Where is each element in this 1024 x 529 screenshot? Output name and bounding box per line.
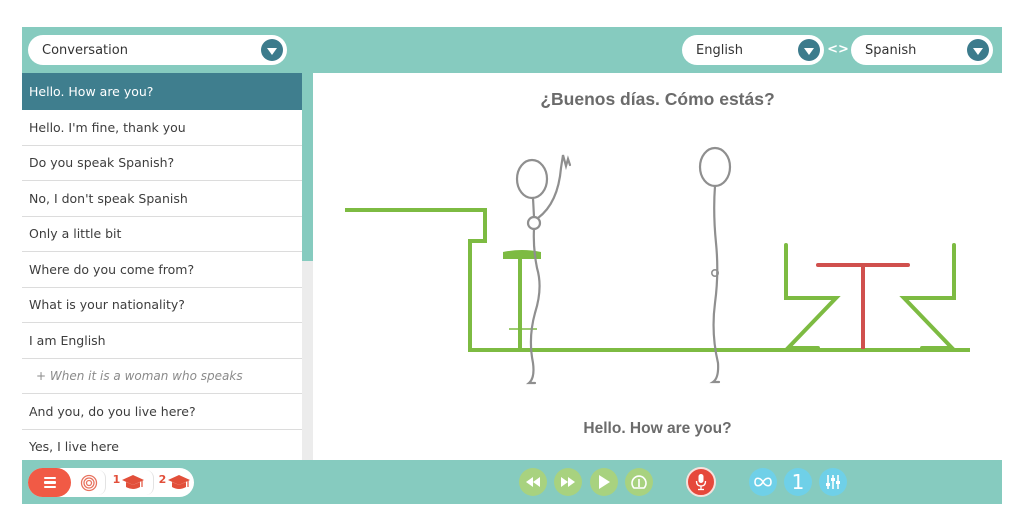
app-frame: Conversation English <> Spanish Hello. H… bbox=[22, 27, 1002, 504]
rewind-button[interactable] bbox=[519, 468, 547, 496]
target-icon bbox=[80, 474, 98, 491]
speedometer-icon bbox=[631, 475, 647, 489]
loop-button[interactable] bbox=[749, 468, 777, 496]
source-language-select[interactable]: English bbox=[682, 35, 824, 65]
phrase-list: Hello. How are you? Hello. I'm fine, tha… bbox=[22, 73, 302, 460]
play-button[interactable] bbox=[590, 468, 618, 496]
phrase-item[interactable]: No, I don't speak Spanish bbox=[22, 181, 302, 217]
mode-switcher: 1 2 bbox=[28, 468, 194, 497]
phrase-variant-note[interactable]: + When it is a woman who speaks bbox=[22, 358, 302, 394]
graduation-cap-icon bbox=[168, 474, 191, 489]
phrase-list-panel: Hello. How are you? Hello. I'm fine, tha… bbox=[22, 73, 313, 460]
figure-right bbox=[698, 146, 732, 384]
list-scrollbar-thumb[interactable] bbox=[302, 73, 313, 261]
phrase-item-active[interactable]: Hello. How are you? bbox=[22, 73, 302, 110]
play-icon bbox=[599, 475, 610, 489]
bar-counter bbox=[345, 208, 970, 352]
target-language-select[interactable]: Spanish bbox=[851, 35, 993, 65]
divider bbox=[98, 470, 106, 495]
level-number: 1 bbox=[112, 473, 121, 486]
target-phrase: ¿Buenos días. Cómo estás? bbox=[540, 89, 775, 109]
phrase-item[interactable]: Only a little bit bbox=[22, 216, 302, 252]
rewind-icon bbox=[526, 477, 540, 487]
chevron-down-icon[interactable] bbox=[967, 39, 989, 61]
speed-button[interactable] bbox=[625, 468, 653, 496]
level-1-button[interactable]: 1 bbox=[110, 468, 148, 497]
level-2-button[interactable]: 2 bbox=[156, 468, 194, 497]
scene-illustration bbox=[345, 146, 970, 385]
phrase-item[interactable]: I am English bbox=[22, 323, 302, 359]
swap-arrows-icon[interactable]: <> bbox=[827, 40, 849, 60]
chevron-down-icon[interactable] bbox=[261, 39, 283, 61]
level-number: 2 bbox=[158, 473, 167, 486]
graduation-cap-icon bbox=[122, 474, 145, 489]
hamburger-menu-icon[interactable] bbox=[28, 468, 71, 497]
list-scrollbar[interactable] bbox=[302, 73, 313, 460]
repeat-count-button[interactable]: 1 bbox=[784, 468, 812, 496]
lesson-stage: ¿Buenos días. Cómo estás? Hello. How are… bbox=[313, 73, 1002, 460]
microphone-icon bbox=[695, 474, 707, 491]
chair-right bbox=[899, 243, 957, 350]
phrase-item[interactable]: Do you speak Spanish? bbox=[22, 145, 302, 181]
settings-button[interactable] bbox=[819, 468, 847, 496]
phrase-item[interactable]: Hello. I'm fine, thank you bbox=[22, 110, 302, 146]
source-phrase: Hello. How are you? bbox=[583, 420, 732, 437]
top-bar: Conversation English <> Spanish bbox=[22, 27, 1002, 73]
repeat-count: 1 bbox=[791, 470, 805, 494]
phrase-item[interactable]: What is your nationality? bbox=[22, 287, 302, 323]
topic-select-value: Conversation bbox=[42, 42, 128, 58]
fast-forward-icon bbox=[561, 477, 575, 487]
phrase-item[interactable]: And you, do you live here? bbox=[22, 394, 302, 430]
chair-left bbox=[783, 243, 841, 350]
record-button[interactable] bbox=[686, 467, 716, 497]
divider bbox=[146, 470, 154, 495]
equalizer-icon bbox=[826, 475, 840, 489]
target-language-value: Spanish bbox=[865, 42, 917, 58]
chevron-down-icon[interactable] bbox=[798, 39, 820, 61]
phrase-item[interactable]: Where do you come from? bbox=[22, 252, 302, 288]
phrase-item[interactable]: Yes, I live here bbox=[22, 429, 302, 460]
infinity-icon bbox=[754, 477, 772, 487]
topic-select[interactable]: Conversation bbox=[28, 35, 287, 65]
fast-forward-button[interactable] bbox=[554, 468, 582, 496]
bottom-toolbar: 1 2 1 bbox=[22, 460, 1002, 504]
source-language-value: English bbox=[696, 42, 743, 58]
